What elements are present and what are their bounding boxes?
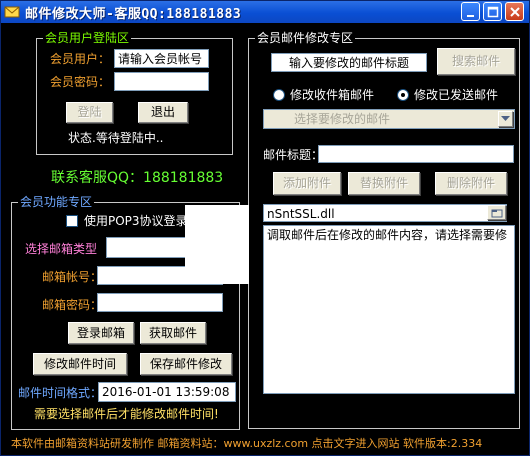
mail-password-input[interactable] (97, 293, 223, 312)
maximize-button[interactable] (483, 2, 502, 21)
app-window: 邮件修改大师-客服QQ:188181883 会员用户登陆区 会员用户： 请输入会… (0, 0, 530, 456)
close-button[interactable] (505, 2, 524, 21)
subject-label: 邮件标题： (263, 148, 324, 162)
mail-edit-group: 会员邮件修改专区 输入要修改的邮件标题 搜索邮件 修改收件箱邮件 修改已发送邮件… (248, 30, 520, 429)
radio-sent[interactable] (397, 89, 409, 101)
member-password-input[interactable] (114, 72, 209, 91)
quit-button[interactable]: 退出 (138, 102, 188, 123)
login-legend: 会员用户登陆区 (43, 30, 132, 46)
search-mail-button[interactable]: 搜索邮件 (437, 48, 515, 75)
mail-time-input[interactable]: 2016-01-01 13:59:08 (98, 382, 236, 402)
member-user-label: 会员用户： (50, 52, 111, 66)
member-legend: 会员功能专区 (18, 194, 95, 210)
login-status: 状态.等待登陆中.. (68, 131, 164, 145)
overlay-block (185, 205, 249, 284)
attachment-browse-button[interactable] (487, 205, 506, 220)
footer-link[interactable]: 本软件由邮箱资料站研发制作 邮箱资料站：www.uxzlz.com 点击文字进入… (1, 434, 529, 456)
minimize-button[interactable] (461, 2, 480, 21)
radio-sent-label: 修改已发送邮件 (414, 88, 499, 102)
pop3-label: 使用POP3协议登录 (84, 214, 188, 228)
modify-time-button[interactable]: 修改邮件时间 (33, 353, 127, 375)
mail-body-textarea[interactable]: 调取邮件后在修改的邮件内容，请选择需要修 (263, 225, 515, 394)
fetch-mail-button[interactable]: 获取邮件 (140, 322, 206, 344)
login-mailbox-button[interactable]: 登录邮箱 (68, 322, 134, 344)
mail-account-label: 邮箱帐号： (42, 270, 103, 284)
add-attachment-button[interactable]: 添加附件 (273, 172, 341, 195)
maximize-icon (487, 6, 499, 18)
pop3-checkbox[interactable] (66, 215, 78, 227)
login-group: 会员用户登陆区 会员用户： 请输入会员帐号 会员密码： 登陆 退出 状态.等待登… (36, 30, 233, 155)
browse-icon (491, 209, 502, 218)
close-icon (510, 7, 520, 17)
time-format-label: 邮件时间格式： (18, 386, 103, 400)
app-icon (4, 6, 20, 18)
chevron-down-icon (501, 116, 510, 121)
radio-inbox[interactable] (273, 89, 285, 101)
minimize-icon (467, 15, 474, 17)
edit-legend: 会员邮件修改专区 (255, 30, 356, 46)
mail-select[interactable]: 选择要修改的邮件 (263, 109, 515, 129)
radio-inbox-label: 修改收件箱邮件 (290, 88, 375, 102)
login-button[interactable]: 登陆 (66, 102, 113, 123)
mail-password-label: 邮箱密码： (42, 298, 103, 312)
service-qq: 联系客服QQ：188181883 (51, 170, 224, 186)
delete-attachment-button[interactable]: 删除附件 (435, 172, 507, 195)
search-title-input[interactable]: 输入要修改的邮件标题 (271, 53, 427, 72)
attachment-path-input[interactable]: nSntSSL.dll (263, 204, 507, 222)
title-bar[interactable]: 邮件修改大师-客服QQ:188181883 (1, 1, 529, 23)
member-password-label: 会员密码： (50, 75, 111, 89)
window-title: 邮件修改大师-客服QQ:188181883 (25, 7, 242, 22)
mailbox-type-label: 选择邮箱类型 (25, 242, 98, 256)
member-user-input[interactable]: 请输入会员帐号 (114, 49, 209, 68)
time-tip: 需要选择邮件后才能修改邮件时间! (34, 407, 219, 421)
save-modify-button[interactable]: 保存邮件修改 (140, 353, 232, 375)
subject-input[interactable] (318, 145, 514, 163)
mail-select-dropdown[interactable] (498, 111, 513, 127)
replace-attachment-button[interactable]: 替换附件 (348, 172, 420, 195)
